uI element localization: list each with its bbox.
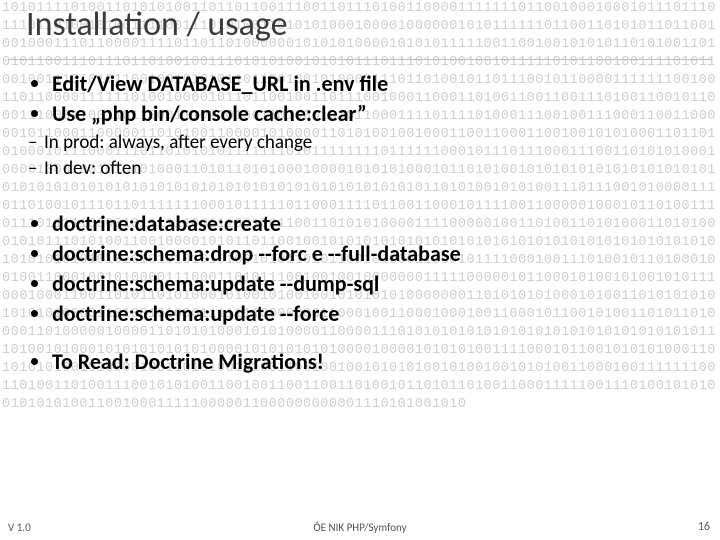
list-item: In prod: always, after every change	[28, 130, 720, 156]
list-item: Use „php bin/console cache:clear”	[52, 100, 720, 128]
sublist-block: In prod: always, after every change In d…	[28, 130, 720, 181]
list-item: Edit/View DATABASE_URL in .env file	[52, 70, 720, 98]
list-item: To Read: Doctrine Migrations!	[52, 348, 720, 376]
list-item: doctrine:schema:update --dump-sql	[52, 270, 720, 298]
list-item: doctrine:schema:update --force	[52, 300, 720, 328]
list-item: In dev: often	[28, 156, 720, 182]
list-block-1: Edit/View DATABASE_URL in .env file Use …	[52, 70, 720, 128]
list-block-2: doctrine:database:create doctrine:schema…	[52, 210, 720, 329]
slide-content: Installation / usage Edit/View DATABASE_…	[0, 0, 720, 540]
list-block-3: To Read: Doctrine Migrations!	[52, 348, 720, 376]
list-item: doctrine:schema:drop --forc e --full-dat…	[52, 240, 720, 268]
list-item: doctrine:database:create	[52, 210, 720, 238]
page-title: Installation / usage	[26, 4, 720, 45]
title-divider	[8, 59, 712, 60]
